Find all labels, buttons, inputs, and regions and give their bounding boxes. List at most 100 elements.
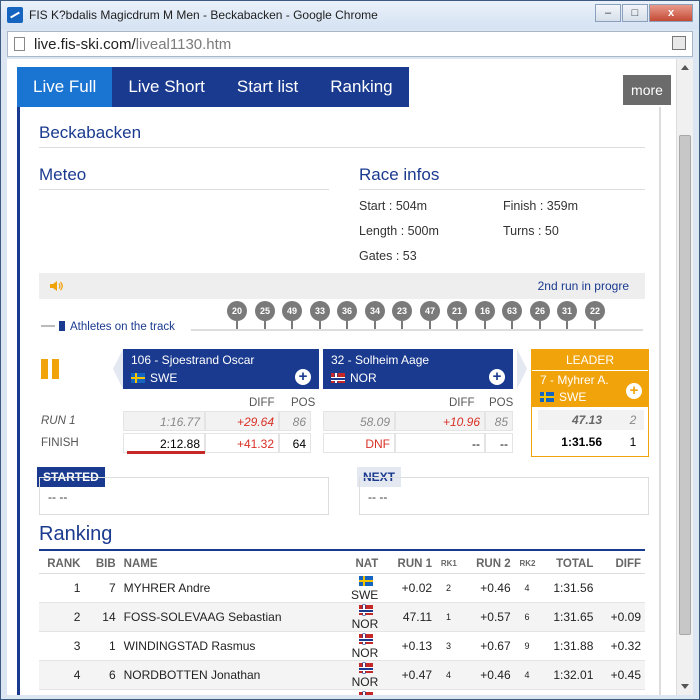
track-bib[interactable]: 26 xyxy=(530,301,550,329)
leader-run1-time: 47.13 xyxy=(538,410,622,430)
leader-run1-pos: 2 xyxy=(622,410,644,430)
cell-rank: 1 xyxy=(39,573,85,603)
left-finish-pos: 64 xyxy=(279,433,311,453)
plus-icon[interactable]: + xyxy=(626,383,642,399)
table-row[interactable]: 58KRISTOFFERSEN HenrikNOR+0.595+0.4131:3… xyxy=(39,689,645,695)
extension-icon[interactable] xyxy=(672,36,686,50)
finish-underline xyxy=(127,451,205,454)
next-value: -- -- xyxy=(368,490,388,504)
nav-tabs: Live Full Live Short Start list Ranking xyxy=(17,67,409,107)
track-bib[interactable]: 25 xyxy=(255,301,275,329)
track-bib[interactable]: 34 xyxy=(365,301,385,329)
athlete-country: SWE xyxy=(131,371,177,385)
scroll-up-icon[interactable] xyxy=(681,65,689,70)
prev-arrow-icon[interactable] xyxy=(113,349,123,389)
leader-card[interactable]: 7 - Myhrer A. SWE + xyxy=(532,371,648,407)
track-bib[interactable]: 31 xyxy=(557,301,577,329)
cell-rk1: 2 xyxy=(436,573,461,603)
more-button[interactable]: more xyxy=(623,75,671,105)
table-row[interactable]: 3 1 WINDINGSTAD Rasmus NOR +0.13 3 +0.67 9 1:31.… xyxy=(39,631,645,661)
scrollbar-thumb[interactable] xyxy=(679,135,691,635)
norway-flag-icon xyxy=(359,662,374,673)
cell-diff xyxy=(597,573,645,603)
right-run1-diff: +10.96 xyxy=(395,411,485,431)
col-bib: BIB xyxy=(84,555,120,574)
track-bib[interactable]: 16 xyxy=(475,301,495,329)
started-value: -- -- xyxy=(48,490,68,504)
col-name: NAME xyxy=(119,555,331,574)
tab-ranking[interactable]: Ranking xyxy=(314,67,408,107)
pos-header: POS xyxy=(489,397,514,409)
plus-icon[interactable]: + xyxy=(295,369,311,385)
scroll-down-icon[interactable] xyxy=(681,684,689,689)
ranking-rule xyxy=(39,549,645,551)
plus-icon[interactable]: + xyxy=(489,369,505,385)
leader-country-code: SWE xyxy=(559,390,587,404)
track-bib[interactable]: 47 xyxy=(420,301,440,329)
cell-nat: SWE xyxy=(330,573,383,603)
minimize-button[interactable]: – xyxy=(595,4,621,22)
right-run1-pos: 85 xyxy=(485,411,513,431)
track-bib[interactable]: 21 xyxy=(447,301,467,329)
track-bib[interactable]: 20 xyxy=(227,301,247,329)
col-nat: NAT xyxy=(330,555,383,574)
cell-name: WINDINGSTAD Rasmus xyxy=(119,631,331,661)
race-finish: Finish : 359m xyxy=(503,199,579,213)
table-row[interactable]: 1 7 MYHRER Andre SWE +0.02 2 +0.46 4 1:31.56 xyxy=(39,573,645,603)
pause-icon[interactable] xyxy=(41,359,61,379)
cell-total: 1:32.01 xyxy=(539,660,598,690)
track-bib[interactable]: 33 xyxy=(310,301,330,329)
col-rank: RANK xyxy=(39,555,85,574)
diff-header: DIFF xyxy=(249,397,275,409)
finish-label: FINISH xyxy=(41,437,79,449)
track-bib[interactable]: 63 xyxy=(502,301,522,329)
tab-start-list[interactable]: Start list xyxy=(221,67,314,107)
athlete-card-right[interactable]: 32 - Solheim Aage NOR + xyxy=(323,349,513,389)
divider xyxy=(39,189,329,190)
cell-rank: 2 xyxy=(39,602,85,632)
athlete-country-code: NOR xyxy=(350,371,377,385)
athlete-country-code: SWE xyxy=(150,371,178,385)
athlete-country: NOR xyxy=(331,371,377,385)
tab-live-short[interactable]: Live Short xyxy=(112,67,221,107)
norway-flag-icon xyxy=(331,373,345,383)
leader-total-time: 1:31.56 xyxy=(561,435,602,449)
maximize-button[interactable]: □ xyxy=(622,4,648,22)
track-indicator xyxy=(41,325,55,327)
vertical-scrollbar[interactable] xyxy=(676,59,693,695)
cell-rk1: 4 xyxy=(436,660,461,690)
diff-header: DIFF xyxy=(449,397,475,409)
speaker-icon[interactable] xyxy=(49,279,63,293)
url-text[interactable]: live.fis-ski.com/liveal1130.htm xyxy=(34,36,231,53)
track-bib[interactable]: 49 xyxy=(282,301,302,329)
left-finish-time: 2:12.88 xyxy=(123,433,205,453)
cell-rk2: 6 xyxy=(514,602,540,632)
race-gates: Gates : 53 xyxy=(359,249,417,263)
cell-run1: +0.02 xyxy=(382,573,437,603)
close-button[interactable]: x xyxy=(649,4,693,22)
col-run1: RUN 1 xyxy=(382,555,437,574)
left-edge-bar xyxy=(17,107,20,695)
cell-name: KRISTOFFERSEN Henrik xyxy=(119,689,331,695)
cell-rk1: 3 xyxy=(436,631,461,661)
track-bib[interactable]: 36 xyxy=(337,301,357,329)
url-host: live.fis-ski.com/ xyxy=(34,36,136,53)
address-bar[interactable]: live.fis-ski.com/liveal1130.htm xyxy=(7,31,693,57)
nat-code: NOR xyxy=(351,616,379,631)
athletes-on-track-text: Athletes on the track xyxy=(70,321,175,333)
fis-logo-icon xyxy=(7,7,23,23)
divider xyxy=(359,189,645,190)
table-row[interactable]: 4 6 NORDBOTTEN Jonathan NOR +0.47 4 +0.46 4 1:32… xyxy=(39,660,645,690)
cell-total: 1:31.65 xyxy=(539,602,598,632)
track-bib[interactable]: 23 xyxy=(392,301,412,329)
race-turns: Turns : 50 xyxy=(503,224,559,238)
track-bib[interactable]: 22 xyxy=(585,301,605,329)
title-bar: FIS K?bdalis Magicdrum M Men - Beckaback… xyxy=(1,1,699,29)
athlete-card-left[interactable]: 106 - Sjoestrand Oscar SWE + xyxy=(123,349,319,389)
cell-nat: NOR xyxy=(330,602,383,632)
table-row[interactable]: 2 14 FOSS-SOLEVAAG Sebastian NOR 47.11 1 +0.57… xyxy=(39,602,645,632)
next-arrow-icon[interactable] xyxy=(517,349,527,389)
cell-run1: +0.47 xyxy=(382,660,437,690)
tab-live-full[interactable]: Live Full xyxy=(17,67,113,107)
leader-panel: LEADER 7 - Myhrer A. SWE + 47.13 2 1:31.… xyxy=(531,349,649,457)
